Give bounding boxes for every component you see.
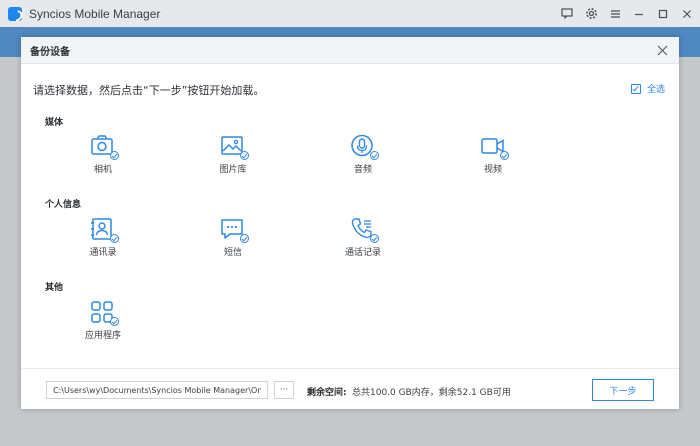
item-video[interactable]: 视频 [453, 134, 533, 175]
item-label: 视频 [483, 165, 502, 175]
apps-icon [90, 300, 119, 326]
selected-check-icon [110, 234, 119, 243]
checkbox-icon [630, 83, 641, 94]
contacts-icon [90, 217, 119, 243]
section-label-media: 媒体 [45, 118, 64, 128]
item-camera[interactable]: 相机 [63, 134, 143, 175]
instruction-text: 请选择数据，然后点击“下一步”按钮开始加载。 [33, 84, 265, 97]
menu-icon[interactable] [608, 7, 622, 21]
item-label: 通话记录 [344, 248, 381, 258]
maximize-icon[interactable] [656, 7, 670, 21]
free-space-value: 总共100.0 GB内存，剩余52.1 GB可用 [352, 388, 511, 398]
item-label: 通讯录 [89, 248, 117, 258]
message-icon [220, 217, 249, 243]
window-controls [560, 0, 694, 27]
selected-check-icon [110, 151, 119, 160]
next-button[interactable]: 下一步 [592, 379, 654, 401]
item-label: 短信 [223, 248, 242, 258]
minimize-icon[interactable] [632, 7, 646, 21]
syncios-logo-icon [8, 6, 22, 21]
phone-icon [350, 217, 379, 243]
item-audio[interactable]: 音频 [323, 134, 403, 175]
selected-check-icon [240, 151, 249, 160]
section-label-other: 其他 [45, 283, 64, 293]
dialog-footer: ··· 剩余空间: 总共100.0 GB内存，剩余52.1 GB可用 下一步 [21, 368, 679, 410]
item-photo-library[interactable]: 图片库 [193, 134, 273, 175]
backup-path-input[interactable] [46, 381, 268, 399]
app-titlebar: Syncios Mobile Manager [0, 0, 700, 27]
selected-check-icon [500, 151, 509, 160]
message-icon[interactable] [560, 7, 574, 21]
item-call-log[interactable]: 通话记录 [323, 217, 403, 258]
section-label-personal-info: 个人信息 [45, 200, 82, 210]
backup-dialog: 备份设备 请选择数据，然后点击“下一步”按钮开始加载。 全选 媒体 相机 图片库… [21, 37, 679, 409]
video-icon [480, 134, 509, 160]
selected-check-icon [110, 317, 119, 326]
dialog-close-button[interactable] [655, 43, 669, 57]
item-label: 音频 [353, 165, 372, 175]
free-space-label: 剩余空间: [307, 388, 347, 398]
app-title: Syncios Mobile Manager [29, 6, 161, 21]
gear-icon[interactable] [584, 7, 598, 21]
camera-icon [90, 134, 119, 160]
item-label: 相机 [93, 165, 112, 175]
selected-check-icon [240, 234, 249, 243]
dialog-title: 备份设备 [30, 46, 70, 58]
dialog-header: 备份设备 [21, 37, 679, 64]
selected-check-icon [370, 151, 379, 160]
item-label: 图片库 [219, 165, 247, 175]
close-icon [657, 45, 667, 55]
item-label: 应用程序 [84, 331, 121, 341]
select-all-checkbox[interactable]: 全选 [630, 82, 665, 95]
microphone-icon [350, 134, 379, 160]
photo-icon [220, 134, 249, 160]
browse-button[interactable]: ··· [274, 381, 294, 399]
close-icon[interactable] [680, 7, 694, 21]
item-contacts[interactable]: 通讯录 [63, 217, 143, 258]
selected-check-icon [370, 234, 379, 243]
item-messages[interactable]: 短信 [193, 217, 273, 258]
select-all-label: 全选 [646, 85, 665, 95]
item-apps[interactable]: 应用程序 [63, 300, 143, 341]
